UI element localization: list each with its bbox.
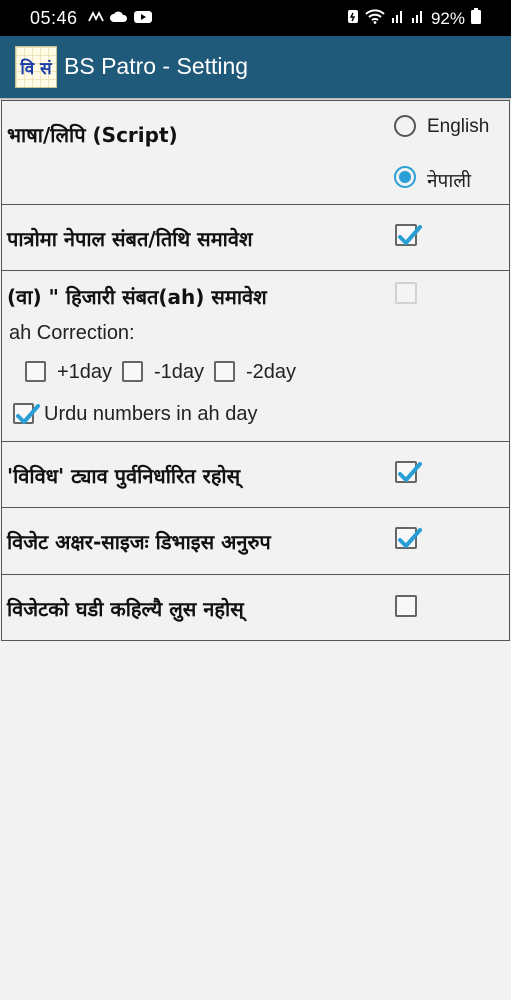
radio-nepali[interactable] [394,166,416,188]
signal-icon [411,8,425,29]
checkmark-icon [398,528,422,548]
battery-icon [471,8,481,29]
setting-row-nepal-sambat: पात्रोमा नेपाल संबत/तिथि समावेश [1,205,510,271]
nepal-sambat-label: पात्रोमा नेपाल संबत/तिथि समावेश [7,227,253,251]
widget-size-checkbox[interactable] [395,527,422,549]
hijari-checkbox[interactable] [395,282,417,304]
app-title: BS Patro - Setting [64,53,249,79]
setting-row-hijari: (वा) " हिजारी संबत(ah) समावेश ah Correct… [1,271,510,442]
script-label: भाषा/लिपि (Script) [7,123,178,147]
app-logo-text: वि सं [20,58,52,79]
radio-english[interactable] [394,115,416,137]
correction-plus1-label[interactable]: +1day [57,361,112,384]
setting-row-widget-size: विजेट अक्षर-साइजः डिभाइस अनुरुप [1,508,510,575]
battery-percent: 92% [430,8,465,28]
correction-plus1-checkbox[interactable] [25,361,46,382]
urdu-numbers-label[interactable]: Urdu numbers in ah day [44,403,257,426]
setting-row-vividh: 'विविध' ट्याव पुर्वनिर्धारित रहोस् [1,442,510,508]
app-logo: वि सं [15,46,57,88]
status-left-icons [88,9,152,28]
ah-correction-label: ah Correction: [9,322,135,344]
status-right: 92% [347,8,481,29]
vividh-checkbox[interactable] [395,461,422,483]
signal-icon [391,8,405,29]
correction-minus2-checkbox[interactable] [214,361,235,382]
correction-minus2-label[interactable]: -2day [246,361,296,384]
status-time: 05:46 [30,8,78,28]
correction-minus1-checkbox[interactable] [122,361,143,382]
youtube-icon [134,9,152,28]
vibrate-icon [88,9,104,28]
radio-english-label[interactable]: English [427,116,489,138]
setting-row-widget-clock: विजेटको घडी कहिल्यै लुस नहोस् [1,575,510,641]
nepal-sambat-checkbox[interactable] [395,224,422,246]
status-bar: 05:46 92% [0,0,511,36]
app-bar: वि सं BS Patro - Setting [0,36,511,98]
hijari-label: (वा) " हिजारी संबत(ah) समावेश [7,285,267,309]
setting-row-script: भाषा/लिपि (Script) English नेपाली [1,100,510,205]
widget-size-label: विजेट अक्षर-साइजः डिभाइस अनुरुप [7,530,271,554]
widget-clock-checkbox[interactable] [395,595,417,617]
widget-clock-label: विजेटको घडी कहिल्यै लुस नहोस् [7,597,244,621]
cloud-icon [110,9,128,28]
checkmark-icon [398,225,422,245]
correction-minus1-label[interactable]: -1day [154,361,204,384]
checkmark-icon [16,404,40,424]
battery-saver-icon [347,8,359,29]
vividh-label: 'विविध' ट्याव पुर्वनिर्धारित रहोस् [7,464,241,488]
urdu-numbers-checkbox[interactable] [13,403,40,424]
radio-nepali-label[interactable]: नेपाली [427,167,471,193]
wifi-icon [365,8,385,29]
checkmark-icon [398,462,422,482]
